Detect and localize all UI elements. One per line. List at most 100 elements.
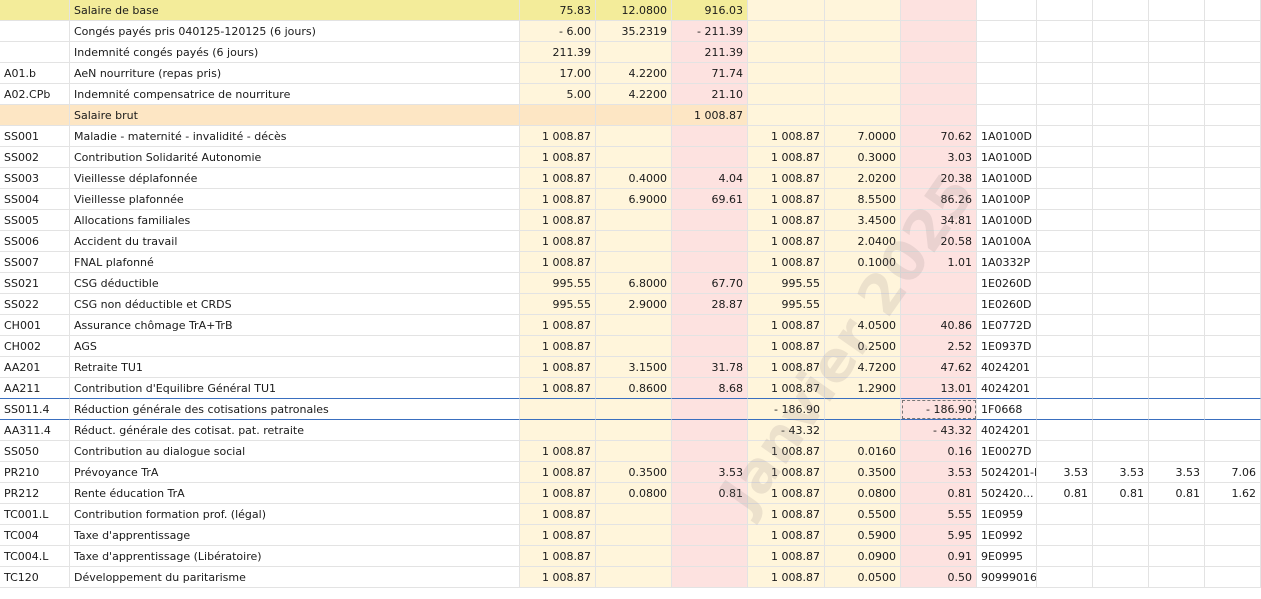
label-cell[interactable]: Accident du travail [70, 231, 520, 252]
extra-2-cell[interactable] [1093, 378, 1149, 399]
amount-employer-cell[interactable]: - 43.32 [901, 420, 977, 441]
extra-3-cell[interactable] [1149, 441, 1205, 462]
extra-2-cell[interactable] [1093, 399, 1149, 420]
base-cell[interactable]: 1 008.87 [520, 315, 596, 336]
base-employer-cell[interactable]: 1 008.87 [748, 126, 825, 147]
extra-2-cell[interactable] [1093, 105, 1149, 126]
extra-4-cell[interactable] [1205, 63, 1261, 84]
extra-4-cell[interactable] [1205, 84, 1261, 105]
base-cell[interactable]: 1 008.87 [520, 168, 596, 189]
amount-employer-cell[interactable]: 0.81 [901, 483, 977, 504]
base-employer-cell[interactable] [748, 42, 825, 63]
table-row[interactable]: SS007 FNAL plafonné 1 008.87 1 008.87 0.1000… [0, 252, 1261, 273]
rate-employee-cell[interactable] [596, 504, 672, 525]
extra-2-cell[interactable] [1093, 357, 1149, 378]
extra-3-cell[interactable] [1149, 147, 1205, 168]
amount-employer-cell[interactable]: 5.95 [901, 525, 977, 546]
amount-employer-cell[interactable]: 70.62 [901, 126, 977, 147]
label-cell[interactable]: Contribution formation prof. (légal) [70, 504, 520, 525]
amount-employer-cell[interactable]: 0.50 [901, 567, 977, 588]
extra-2-cell[interactable] [1093, 315, 1149, 336]
label-cell[interactable]: AeN nourriture (repas pris) [70, 63, 520, 84]
extra-4-cell[interactable] [1205, 357, 1261, 378]
base-employer-cell[interactable]: 1 008.87 [748, 462, 825, 483]
extra-3-cell[interactable]: 0.81 [1149, 483, 1205, 504]
rate-employee-cell[interactable] [596, 315, 672, 336]
extra-2-cell[interactable]: 0.81 [1093, 483, 1149, 504]
org-code-cell[interactable] [977, 84, 1037, 105]
amount-employee-cell[interactable]: 21.10 [672, 84, 748, 105]
label-cell[interactable]: CSG déductible [70, 273, 520, 294]
extra-4-cell[interactable] [1205, 273, 1261, 294]
extra-3-cell[interactable] [1149, 21, 1205, 42]
extra-4-cell[interactable] [1205, 420, 1261, 441]
rate-employee-cell[interactable]: 6.8000 [596, 273, 672, 294]
org-code-cell[interactable]: 1F0668 [977, 399, 1037, 420]
extra-1-cell[interactable] [1037, 84, 1093, 105]
table-row[interactable]: TC004.L Taxe d'apprentissage (Libératoire… [0, 546, 1261, 567]
amount-employee-cell[interactable]: 916.03 [672, 0, 748, 21]
base-employer-cell[interactable]: 1 008.87 [748, 189, 825, 210]
extra-1-cell[interactable] [1037, 21, 1093, 42]
extra-2-cell[interactable] [1093, 189, 1149, 210]
extra-1-cell[interactable] [1037, 126, 1093, 147]
amount-employer-cell[interactable] [901, 273, 977, 294]
extra-4-cell[interactable] [1205, 315, 1261, 336]
extra-4-cell[interactable] [1205, 252, 1261, 273]
code-cell[interactable]: TC120 [0, 567, 70, 588]
extra-1-cell[interactable] [1037, 357, 1093, 378]
amount-employer-cell[interactable] [901, 63, 977, 84]
org-code-cell[interactable]: 502420... [977, 483, 1037, 504]
extra-1-cell[interactable] [1037, 336, 1093, 357]
amount-employer-cell[interactable] [901, 42, 977, 63]
label-cell[interactable]: Vieillesse déplafonnée [70, 168, 520, 189]
extra-1-cell[interactable]: 0.81 [1037, 483, 1093, 504]
base-employer-cell[interactable]: 1 008.87 [748, 336, 825, 357]
table-row[interactable]: SS050 Contribution au dialogue social 1 00… [0, 441, 1261, 462]
amount-employer-cell[interactable]: 2.52 [901, 336, 977, 357]
amount-employee-cell[interactable]: 211.39 [672, 42, 748, 63]
amount-employee-cell[interactable]: - 211.39 [672, 21, 748, 42]
amount-employee-cell[interactable] [672, 546, 748, 567]
org-code-cell[interactable]: 1E0992 [977, 525, 1037, 546]
amount-employer-cell[interactable]: - 186.90 [901, 399, 977, 420]
extra-4-cell[interactable]: 7.06 [1205, 462, 1261, 483]
extra-1-cell[interactable] [1037, 0, 1093, 21]
org-code-cell[interactable]: 4024201 [977, 420, 1037, 441]
extra-2-cell[interactable] [1093, 420, 1149, 441]
rate-employee-cell[interactable]: 12.0800 [596, 0, 672, 21]
extra-1-cell[interactable] [1037, 546, 1093, 567]
rate-employer-cell[interactable]: 8.5500 [825, 189, 901, 210]
rate-employee-cell[interactable] [596, 420, 672, 441]
table-row[interactable]: SS022 CSG non déductible et CRDS 995.55 2.9… [0, 294, 1261, 315]
extra-1-cell[interactable] [1037, 42, 1093, 63]
rate-employee-cell[interactable] [596, 525, 672, 546]
table-row[interactable]: PR210 Prévoyance TrA 1 008.87 0.3500 3.53 1 0… [0, 462, 1261, 483]
table-row[interactable]: AA211 Contribution d'Equilibre Général TU… [0, 378, 1261, 399]
extra-3-cell[interactable] [1149, 63, 1205, 84]
base-cell[interactable]: 17.00 [520, 63, 596, 84]
extra-1-cell[interactable] [1037, 231, 1093, 252]
extra-2-cell[interactable] [1093, 567, 1149, 588]
extra-4-cell[interactable] [1205, 147, 1261, 168]
extra-2-cell[interactable] [1093, 21, 1149, 42]
base-cell[interactable]: 75.83 [520, 0, 596, 21]
code-cell[interactable]: PR210 [0, 462, 70, 483]
rate-employee-cell[interactable]: 0.3500 [596, 462, 672, 483]
amount-employee-cell[interactable]: 3.53 [672, 462, 748, 483]
base-employer-cell[interactable]: 1 008.87 [748, 357, 825, 378]
extra-4-cell[interactable] [1205, 0, 1261, 21]
extra-2-cell[interactable] [1093, 147, 1149, 168]
amount-employer-cell[interactable]: 13.01 [901, 378, 977, 399]
rate-employer-cell[interactable] [825, 0, 901, 21]
extra-1-cell[interactable] [1037, 504, 1093, 525]
org-code-cell[interactable]: 1A0100D [977, 126, 1037, 147]
rate-employer-cell[interactable]: 7.0000 [825, 126, 901, 147]
extra-4-cell[interactable] [1205, 168, 1261, 189]
org-code-cell[interactable]: 90999016 [977, 567, 1037, 588]
rate-employee-cell[interactable]: 6.9000 [596, 189, 672, 210]
extra-3-cell[interactable] [1149, 567, 1205, 588]
base-cell[interactable]: 1 008.87 [520, 504, 596, 525]
extra-3-cell[interactable] [1149, 336, 1205, 357]
extra-2-cell[interactable] [1093, 546, 1149, 567]
